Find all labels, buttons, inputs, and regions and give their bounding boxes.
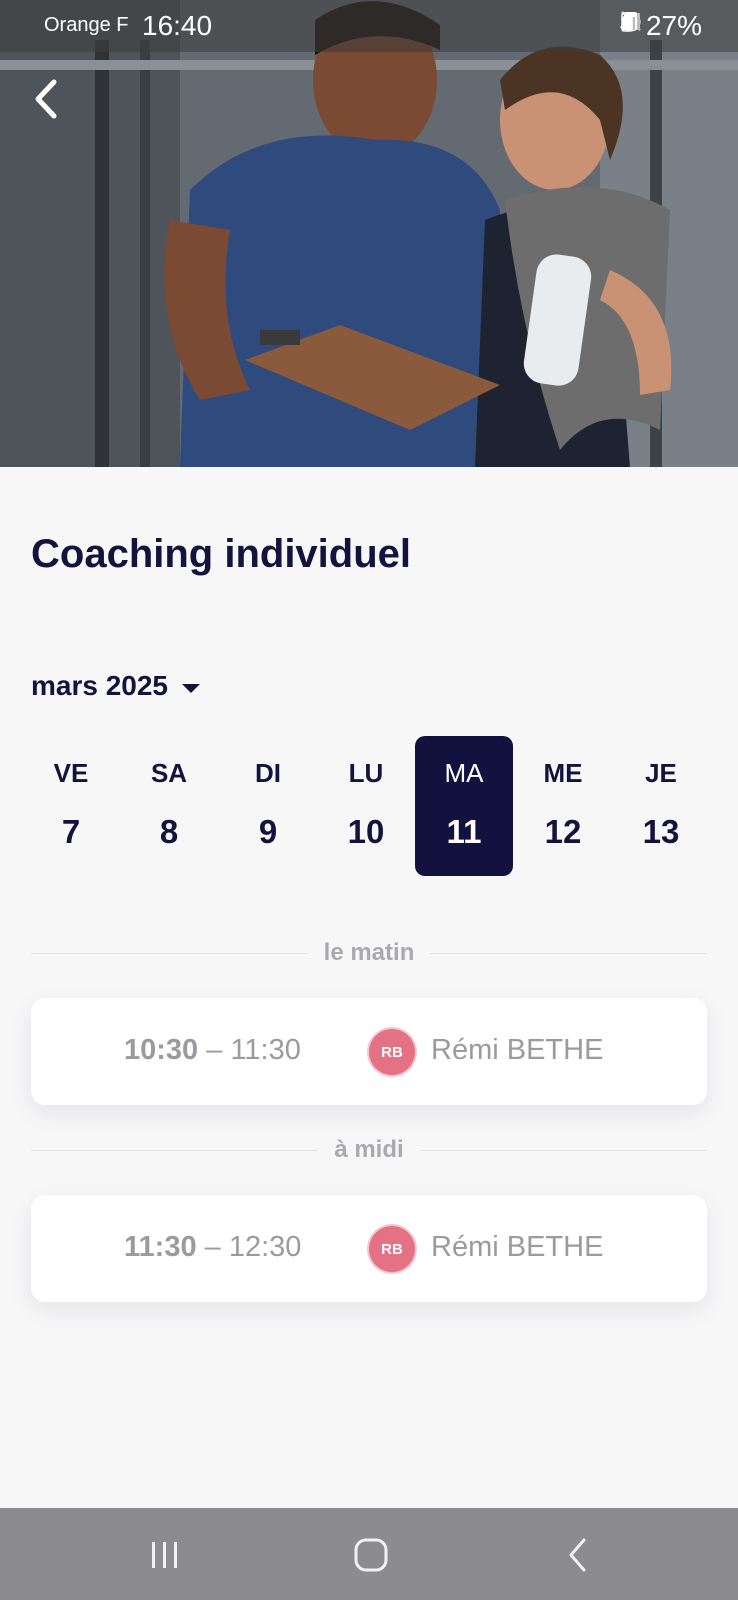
- day-item[interactable]: DI 9: [219, 736, 317, 876]
- day-item[interactable]: SA 8: [120, 736, 218, 876]
- status-time: 16:40: [142, 10, 213, 41]
- day-item[interactable]: VE 7: [22, 736, 120, 876]
- system-nav-bar: [0, 1508, 738, 1600]
- coach-name: Rémi BETHE: [431, 1231, 604, 1263]
- month-selector[interactable]: mars 2025: [31, 670, 201, 702]
- slot-end: 11:30: [230, 1034, 301, 1066]
- day-number: 12: [544, 813, 582, 850]
- day-name: LU: [348, 758, 384, 788]
- divider-line: [430, 952, 708, 954]
- day-number: 8: [159, 813, 179, 850]
- page-title: Coaching individuel: [31, 532, 412, 576]
- day-item-selected[interactable]: MA 11: [415, 736, 513, 876]
- carrier-label: Orange F: [44, 14, 129, 36]
- divider-line: [419, 1149, 708, 1151]
- slot-end: 12:30: [228, 1231, 302, 1263]
- battery-percent: 27%: [645, 10, 702, 41]
- day-item[interactable]: ME 12: [514, 736, 612, 876]
- day-number: 10: [347, 813, 385, 850]
- gym-photo-illustration: [0, 0, 738, 467]
- time-slot-card[interactable]: 11:30 – 12:30 RB Rémi BETHE: [31, 1195, 707, 1302]
- day-number: 9: [258, 813, 278, 850]
- day-strip: VE 7 SA 8 DI 9 LU 10 MA 11 ME 12 JE 13: [22, 736, 716, 876]
- nav-home-button[interactable]: [341, 1530, 401, 1580]
- section-divider: à midi: [31, 1135, 708, 1165]
- time-slot-card[interactable]: 10:30 – 11:30 RB Rémi BETHE: [31, 998, 707, 1105]
- battery-icon: [621, 12, 633, 32]
- avatar: RB: [369, 1226, 415, 1272]
- coach-name: Rémi BETHE: [431, 1034, 604, 1066]
- day-item[interactable]: JE 13: [612, 736, 710, 876]
- day-name: SA: [150, 758, 188, 788]
- day-number: 7: [61, 813, 81, 850]
- status-bar: Orange F 16:40 4G 27%: [0, 0, 738, 52]
- recents-icon: [152, 1542, 177, 1568]
- slot-time: 11:30 – 12:30: [124, 1231, 301, 1264]
- day-item[interactable]: LU 10: [317, 736, 415, 876]
- day-name: DI: [255, 758, 281, 788]
- avatar: RB: [369, 1029, 415, 1075]
- slot-start: 10:30: [124, 1034, 199, 1066]
- slot-start: 11:30: [124, 1231, 197, 1263]
- section-divider: le matin: [31, 938, 708, 968]
- nav-back-button[interactable]: [548, 1530, 608, 1580]
- day-name: JE: [645, 758, 677, 788]
- slot-separator: –: [206, 1034, 223, 1066]
- status-icons: 4G 27%: [620, 10, 702, 42]
- back-button[interactable]: [30, 78, 80, 128]
- section-label: à midi: [334, 1136, 404, 1163]
- nav-recents-button[interactable]: [135, 1530, 195, 1580]
- slot-time: 10:30 – 11:30: [124, 1034, 301, 1067]
- divider-line: [31, 952, 308, 954]
- day-name: MA: [444, 758, 484, 788]
- back-icon: [569, 1538, 586, 1572]
- hero-image: Orange F 16:40 4G 27%: [0, 0, 738, 467]
- slot-separator: –: [204, 1231, 221, 1263]
- day-number: 11: [446, 813, 482, 850]
- caret-down-icon: [182, 683, 201, 693]
- divider-line: [31, 1149, 319, 1151]
- day-number: 13: [642, 813, 680, 850]
- section-label: le matin: [323, 939, 415, 966]
- month-label: mars 2025: [31, 670, 169, 701]
- home-icon: [354, 1538, 388, 1572]
- day-name: ME: [543, 758, 583, 788]
- chevron-left-icon: [35, 79, 57, 119]
- day-name: VE: [53, 758, 89, 788]
